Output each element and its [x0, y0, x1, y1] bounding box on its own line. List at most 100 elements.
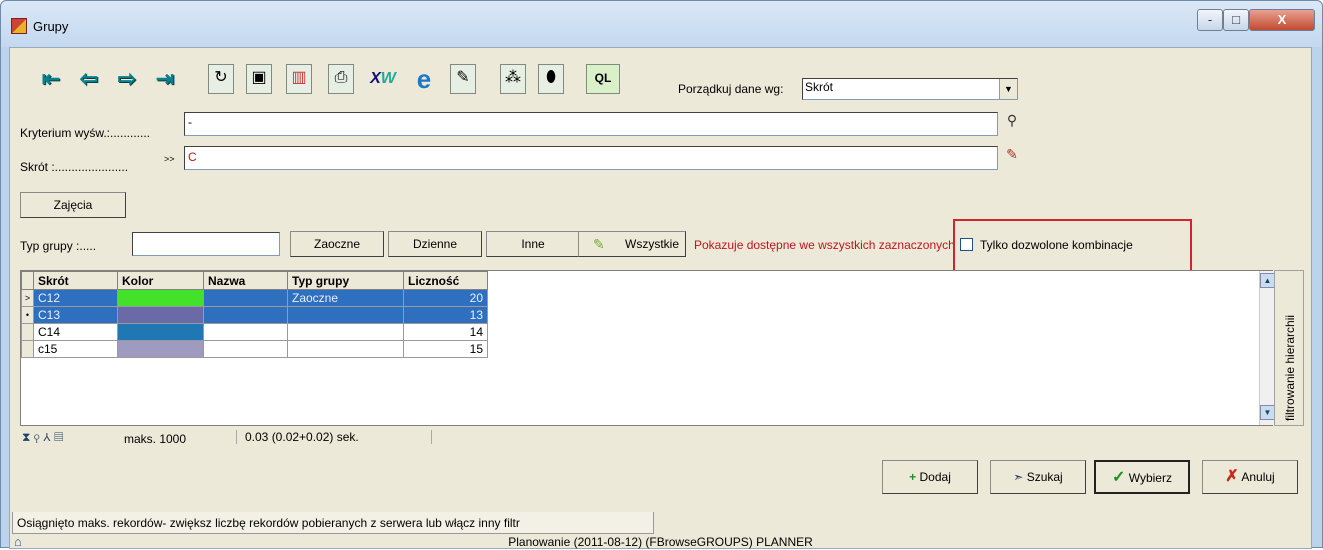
cell-count[interactable]: 14 [403, 323, 488, 341]
add-icon: + [909, 470, 917, 484]
print-icon[interactable]: ⎙ [328, 64, 354, 94]
internet-icon[interactable]: e [408, 64, 440, 94]
table-row[interactable]: > C12 Zaoczne 20 [21, 289, 488, 307]
note-icon[interactable]: ▤ [54, 430, 63, 444]
cell-abbr[interactable]: C13 [33, 306, 118, 324]
cell-name[interactable] [203, 306, 288, 324]
edit-icon[interactable]: ✎ [450, 64, 476, 94]
minimize-button[interactable]: - [1197, 9, 1223, 31]
criteria-input[interactable]: - [184, 112, 998, 136]
inne-button[interactable]: Inne [486, 231, 580, 257]
cell-name[interactable] [203, 340, 288, 358]
prev-record-icon[interactable]: ⇦ [74, 64, 104, 94]
next-record-icon[interactable]: ⇨ [112, 64, 142, 94]
scroll-up-icon[interactable]: ▲ [1260, 273, 1275, 288]
last-record-icon[interactable]: ⇥ [150, 64, 180, 94]
abbr-input[interactable]: C [184, 146, 998, 170]
cancel-label: Anuluj [1241, 470, 1275, 484]
indicator-header [21, 271, 34, 290]
client-area: ⇤ ⇦ ⇨ ⇥ ↻ ▣ ▥ ⎙ XW e ✎ ⁂ ⬮ QL Porządkuj … [9, 47, 1312, 549]
maximize-button[interactable]: □ [1223, 9, 1249, 31]
cell-abbr[interactable]: C12 [33, 289, 118, 307]
row-indicator [21, 340, 34, 358]
clear-icon[interactable]: ✎ [1002, 146, 1022, 170]
col-count-header[interactable]: Liczność [403, 271, 488, 290]
col-abbr-header[interactable]: Skrót [33, 271, 118, 290]
home-icon: ⌂ [14, 534, 22, 549]
hierarchy-filter-tab[interactable]: filtrowanie hierarchii [1274, 270, 1304, 426]
col-color-header[interactable]: Kolor [117, 271, 204, 290]
cell-type[interactable]: Zaoczne [287, 289, 404, 307]
groups-grid: Skrót Kolor Nazwa Typ grupy Liczność > C… [20, 270, 1275, 426]
sort-label: Porządkuj dane wg: [678, 82, 784, 96]
close-button[interactable]: X [1249, 9, 1315, 31]
app-icon [11, 18, 27, 34]
cell-type[interactable] [287, 306, 404, 324]
cell-count[interactable]: 13 [403, 306, 488, 324]
row-indicator: > [21, 289, 34, 307]
cell-name[interactable] [203, 323, 288, 341]
cell-count[interactable]: 15 [403, 340, 488, 358]
search-icon: ➣ [1013, 470, 1024, 484]
cell-color[interactable] [117, 289, 204, 307]
cell-type[interactable] [287, 323, 404, 341]
chart-icon[interactable]: ▥ [286, 64, 312, 94]
wszystkie-label: Wszystkie [625, 237, 679, 251]
sort-select-value: Skrót [805, 80, 834, 94]
add-label: Dodaj [919, 470, 951, 484]
cancel-button[interactable]: ✗ Anuluj [1202, 460, 1298, 494]
sql-icon[interactable]: QL [586, 64, 620, 94]
grid-scrollbar[interactable]: ▲ ▼ [1259, 271, 1275, 425]
chevron-down-icon[interactable]: ▼ [999, 79, 1017, 99]
row-indicator: • [21, 306, 34, 324]
grid-header-row: Skrót Kolor Nazwa Typ grupy Liczność [21, 271, 488, 290]
binoculars-icon[interactable]: ⚲ [1002, 112, 1022, 136]
sort-select[interactable]: Skrót ▼ [802, 78, 1018, 100]
abbr-arrow[interactable]: >> [164, 154, 175, 164]
checkmark-icon: ✓ [1112, 469, 1126, 486]
tree-icon[interactable]: ⅄ [43, 430, 51, 444]
cell-abbr[interactable]: c15 [33, 340, 118, 358]
col-type-header[interactable]: Typ grupy [287, 271, 404, 290]
search-button[interactable]: ➣ Szukaj [990, 460, 1086, 494]
first-record-icon[interactable]: ⇤ [36, 64, 66, 94]
cell-type[interactable] [287, 340, 404, 358]
scroll-down-icon[interactable]: ▼ [1260, 405, 1275, 420]
records-message: Osiągnięto maks. rekordów- zwiększ liczb… [12, 512, 654, 534]
dzienne-button[interactable]: Dzienne [388, 231, 482, 257]
excel-export-icon[interactable]: XW [362, 64, 404, 94]
cell-color[interactable] [117, 340, 204, 358]
choose-button[interactable]: ✓ Wybierz [1094, 460, 1190, 494]
query-time: 0.03 (0.02+0.02) sek. [236, 430, 432, 444]
cell-name[interactable] [203, 289, 288, 307]
col-name-header[interactable]: Nazwa [203, 271, 288, 290]
add-button[interactable]: + Dodaj [882, 460, 978, 494]
max-records: maks. 1000 [124, 432, 187, 446]
zaoczne-button[interactable]: Zaoczne [290, 231, 384, 257]
table-row[interactable]: c15 15 [21, 340, 488, 358]
cell-count[interactable]: 20 [403, 289, 488, 307]
search-label: Szukaj [1026, 470, 1063, 484]
window-title: Grupy [33, 19, 69, 34]
grid-tools: ⧗ ⚲ ⅄ ▤ [22, 430, 78, 448]
cell-color[interactable] [117, 323, 204, 341]
type-label: Typ grupy :..... [20, 239, 97, 253]
refresh-icon[interactable]: ↻ [208, 64, 234, 94]
zoom-icon[interactable]: ⚲ [34, 430, 40, 444]
title-bar: Grupy - □ X [1, 1, 1322, 47]
table-row[interactable]: C14 14 [21, 323, 488, 341]
wand-icon[interactable]: ⁂ [500, 64, 526, 94]
zajecia-button[interactable]: Zajęcia [20, 192, 126, 218]
hourglass-icon[interactable]: ⧗ [22, 430, 30, 444]
filter-icon[interactable]: ⬮ [538, 64, 564, 94]
copy-icon[interactable]: ▣ [246, 64, 272, 94]
window: Grupy - □ X ⇤ ⇦ ⇨ ⇥ ↻ ▣ ▥ ⎙ XW e ✎ ⁂ ⬮ Q… [0, 0, 1323, 549]
criteria-value: - [188, 115, 192, 129]
cell-color[interactable] [117, 306, 204, 324]
brush-icon: ✎ [593, 236, 605, 252]
wszystkie-button[interactable]: ✎ Wszystkie [578, 231, 686, 257]
cell-abbr[interactable]: C14 [33, 323, 118, 341]
type-input[interactable] [132, 232, 280, 256]
hierarchy-filter-label: filtrowanie hierarchii [1283, 314, 1297, 421]
table-row[interactable]: • C13 13 [21, 306, 488, 324]
